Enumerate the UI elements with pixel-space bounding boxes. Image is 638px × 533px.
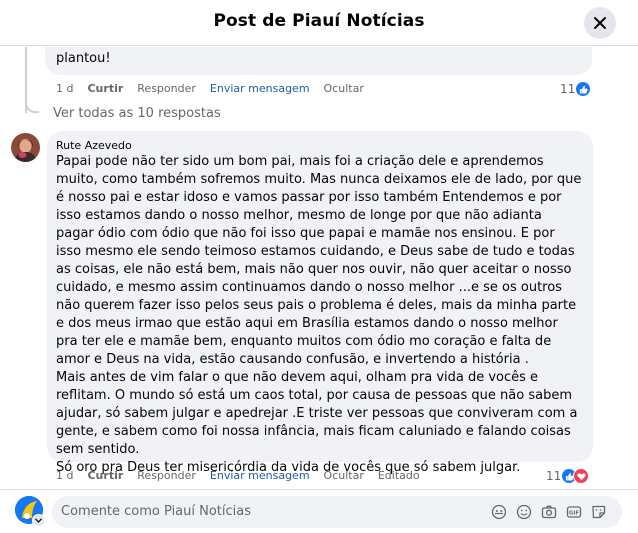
comments-scroll-area[interactable]: plantou! 1 d Curtir Responder Enviar men… xyxy=(0,47,638,489)
reaction-summary[interactable]: 11 xyxy=(546,468,590,484)
reaction-count: 11 xyxy=(560,82,576,96)
avatar-sticker-icon[interactable] xyxy=(490,503,508,521)
comment-actions: 1 d Curtir Responder Enviar mensagem Ocu… xyxy=(56,469,434,482)
edited-label: Editado xyxy=(377,469,420,482)
previous-reply-text: plantou! xyxy=(56,51,111,66)
close-button[interactable] xyxy=(584,7,616,39)
close-icon xyxy=(594,17,606,29)
dialog-title: Post de Piauí Notícias xyxy=(213,11,425,31)
svg-text:GIF: GIF xyxy=(569,511,580,517)
send-message-link[interactable]: Enviar mensagem xyxy=(210,82,310,95)
like-button[interactable]: Curtir xyxy=(87,469,123,482)
send-message-link[interactable]: Enviar mensagem xyxy=(210,469,310,482)
reply-time[interactable]: 1 d xyxy=(56,82,73,95)
reply-button[interactable]: Responder xyxy=(137,469,196,482)
comment-input-placeholder: Comente como Piauí Notícias xyxy=(61,504,252,519)
comment-input[interactable]: Comente como Piauí Notícias GIF xyxy=(52,496,622,528)
camera-icon[interactable] xyxy=(540,503,558,521)
gif-icon[interactable]: GIF xyxy=(565,503,583,521)
avatar[interactable] xyxy=(11,133,40,162)
comment-time[interactable]: 1 d xyxy=(56,469,73,482)
love-icon xyxy=(573,468,590,484)
like-icon xyxy=(575,81,592,97)
comment-text: Papai pode não ter sido um bom pai, mais… xyxy=(56,154,582,475)
avatar-icon xyxy=(11,133,40,162)
dialog-header: Post de Piauí Notícias xyxy=(0,0,638,46)
emoji-icon[interactable] xyxy=(515,503,533,521)
previous-reply-bubble: plantou! xyxy=(45,47,592,75)
comment-bubble: Rute Azevedo Papai pode não ter sido um … xyxy=(47,131,593,475)
sticker-icon[interactable] xyxy=(590,503,608,521)
reaction-count: 11 xyxy=(546,469,562,483)
hide-button[interactable]: Ocultar xyxy=(324,82,364,95)
comment-author[interactable]: Rute Azevedo xyxy=(56,139,583,153)
chevron-down-icon xyxy=(35,518,42,523)
hide-button[interactable]: Ocultar xyxy=(324,469,364,482)
see-all-replies-link[interactable]: Ver todas as 10 respostas xyxy=(53,106,221,121)
composer-tools: GIF xyxy=(483,503,608,521)
like-button[interactable]: Curtir xyxy=(87,82,123,95)
previous-reply-actions: 1 d Curtir Responder Enviar mensagem Ocu… xyxy=(56,82,378,95)
reply-button[interactable]: Responder xyxy=(137,82,196,95)
reaction-summary[interactable]: 11 xyxy=(560,81,592,97)
comment-composer: Comente como Piauí Notícias GIF xyxy=(0,489,638,533)
thread-connector xyxy=(25,99,39,113)
avatar-switch-button[interactable] xyxy=(32,514,45,527)
